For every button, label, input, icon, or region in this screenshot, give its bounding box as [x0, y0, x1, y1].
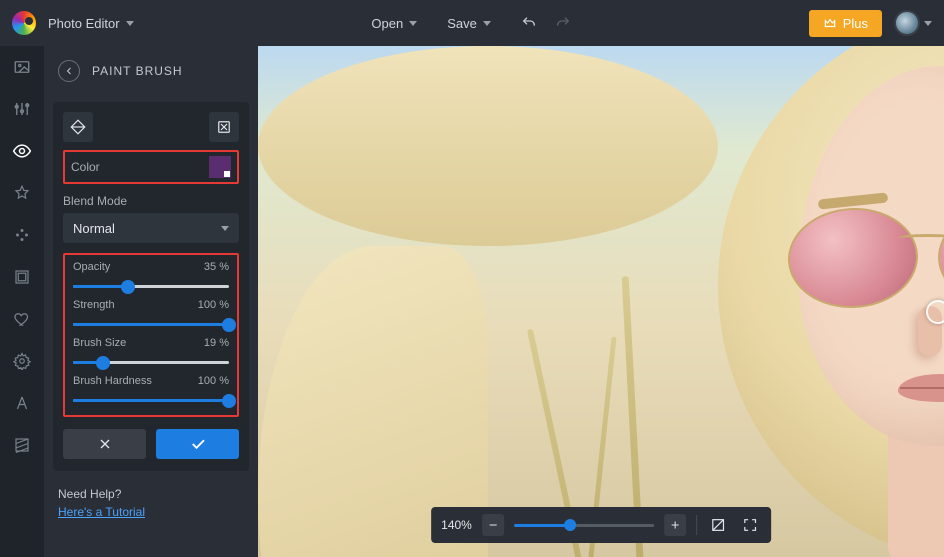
topbar-right: Plus	[809, 10, 932, 37]
save-menu[interactable]: Save	[447, 16, 491, 31]
strength-value: 100 %	[198, 299, 229, 311]
sliders-highlight: Opacity 35 % Strength 100 %	[63, 253, 239, 417]
color-swatch[interactable]	[209, 156, 231, 178]
tool-rail	[0, 46, 44, 557]
chevron-down-icon	[483, 21, 491, 26]
brush-eraser-row	[63, 112, 239, 142]
hardness-value: 100 %	[198, 375, 229, 387]
blend-mode-select[interactable]: Normal	[63, 213, 239, 243]
fit-screen-button[interactable]	[707, 514, 729, 536]
fullscreen-button[interactable]	[739, 514, 761, 536]
blend-label: Blend Mode	[63, 194, 239, 208]
hardness-slider[interactable]	[73, 393, 229, 407]
topbar: Photo Editor Open Save	[0, 0, 944, 46]
open-label: Open	[371, 16, 403, 31]
app-title: Photo Editor	[48, 16, 120, 31]
minus-icon	[487, 519, 499, 531]
app-title-dropdown[interactable]: Photo Editor	[48, 16, 134, 31]
opacity-value: 35 %	[204, 261, 229, 273]
eraser-mode-button[interactable]	[209, 112, 239, 142]
undo-redo-group	[521, 15, 571, 31]
chevron-down-icon	[221, 226, 229, 231]
rail-text-icon[interactable]	[11, 392, 33, 414]
chevron-down-icon	[409, 21, 417, 26]
hardness-slider-row: Brush Hardness 100 %	[73, 375, 229, 407]
redo-button[interactable]	[555, 15, 571, 31]
crown-icon	[823, 16, 837, 30]
color-label: Color	[71, 160, 100, 174]
help-text: Need Help?	[58, 485, 244, 503]
canvas-illustration	[258, 46, 718, 246]
brush-mode-button[interactable]	[63, 112, 93, 142]
close-icon	[97, 436, 113, 452]
chevron-down-icon	[924, 21, 932, 26]
rail-heart-icon[interactable]	[11, 308, 33, 330]
brush-size-value: 19 %	[204, 337, 229, 349]
rail-sliders-icon[interactable]	[11, 98, 33, 120]
rail-eye-icon[interactable]	[11, 140, 33, 162]
blend-mode-row: Blend Mode Normal	[63, 194, 239, 243]
app-logo[interactable]	[12, 11, 36, 35]
chevron-down-icon	[126, 21, 134, 26]
rail-gear-icon[interactable]	[11, 350, 33, 372]
color-row-highlight: Color	[63, 150, 239, 184]
canvas-illustration	[898, 234, 944, 242]
rail-frame-icon[interactable]	[11, 266, 33, 288]
rail-image-icon[interactable]	[11, 56, 33, 78]
check-icon	[189, 435, 207, 453]
plus-label: Plus	[843, 16, 868, 31]
blend-value: Normal	[73, 221, 115, 236]
plus-icon	[669, 519, 681, 531]
fullscreen-icon	[742, 517, 758, 533]
zoom-in-button[interactable]	[664, 514, 686, 536]
strength-label: Strength	[73, 299, 115, 311]
main-row: PAINT BRUSH Color	[0, 46, 944, 557]
zoom-slider[interactable]	[514, 524, 654, 527]
help-section: Need Help? Here's a Tutorial	[58, 485, 244, 521]
app-root: Photo Editor Open Save	[0, 0, 944, 557]
rail-texture-icon[interactable]	[11, 434, 33, 456]
brush-size-slider-row: Brush Size 19 %	[73, 337, 229, 369]
open-menu[interactable]: Open	[371, 16, 417, 31]
cancel-button[interactable]	[63, 429, 146, 459]
fit-icon	[710, 517, 726, 533]
paint-brush-panel: PAINT BRUSH Color	[44, 46, 258, 557]
help-tutorial-link[interactable]: Here's a Tutorial	[58, 505, 145, 519]
account-menu[interactable]	[894, 10, 932, 36]
save-label: Save	[447, 16, 477, 31]
topbar-center: Open Save	[371, 15, 570, 31]
undo-button[interactable]	[521, 15, 537, 31]
panel-title: PAINT BRUSH	[92, 64, 183, 78]
strength-slider-row: Strength 100 %	[73, 299, 229, 331]
rail-dots-icon[interactable]	[11, 224, 33, 246]
plus-button[interactable]: Plus	[809, 10, 882, 37]
action-row	[63, 429, 239, 459]
avatar	[894, 10, 920, 36]
separator	[696, 515, 697, 535]
eraser-icon	[215, 118, 233, 136]
back-button[interactable]	[58, 60, 80, 82]
panel-header: PAINT BRUSH	[44, 60, 258, 92]
opacity-slider-row: Opacity 35 %	[73, 261, 229, 293]
brush-size-label: Brush Size	[73, 337, 126, 349]
strength-slider[interactable]	[73, 317, 229, 331]
opacity-slider[interactable]	[73, 279, 229, 293]
brush-size-slider[interactable]	[73, 355, 229, 369]
rail-star-icon[interactable]	[11, 182, 33, 204]
brush-icon	[69, 118, 87, 136]
canvas[interactable]: 140%	[258, 46, 944, 557]
opacity-label: Opacity	[73, 261, 110, 273]
zoom-bar: 140%	[431, 507, 771, 543]
zoom-out-button[interactable]	[482, 514, 504, 536]
zoom-level: 140%	[441, 518, 472, 532]
apply-button[interactable]	[156, 429, 239, 459]
panel-card: Color Blend Mode Normal Opacity	[53, 102, 249, 471]
brush-cursor	[926, 300, 944, 324]
arrow-left-icon	[63, 65, 75, 77]
hardness-label: Brush Hardness	[73, 375, 152, 387]
